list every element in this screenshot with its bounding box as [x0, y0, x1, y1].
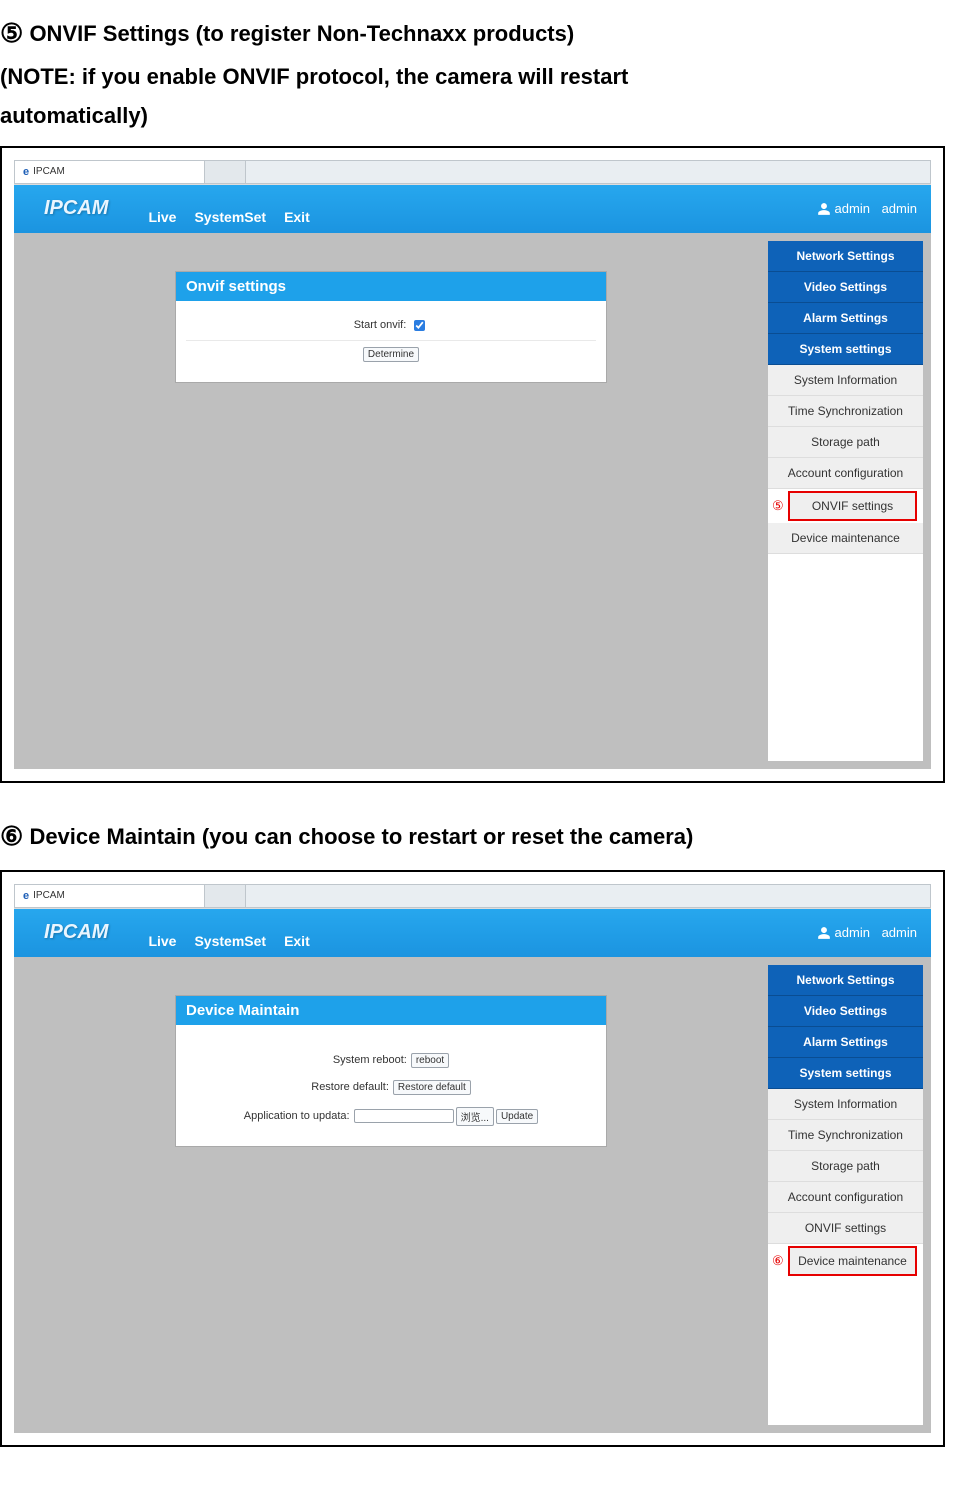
maintain-panel: Device Maintain System reboot: reboot Re…: [175, 995, 607, 1147]
sidebar-item-maintenance[interactable]: Device maintenance: [768, 523, 923, 554]
ie-icon: e: [23, 166, 29, 178]
user-name: admin: [882, 201, 917, 216]
sidebar-marker-5: ⑤: [772, 498, 784, 514]
browser-tabstrip: e IPCAM: [14, 884, 931, 908]
user-name: admin: [882, 925, 917, 940]
start-onvif-checkbox[interactable]: [414, 320, 425, 331]
heading-5-note1: (NOTE: if you enable ONVIF protocol, the…: [0, 64, 628, 89]
sidebar-item-onvif-label: ONVIF settings: [812, 499, 893, 513]
nav-live[interactable]: Live: [148, 933, 176, 949]
sidebar-group-alarm[interactable]: Alarm Settings: [768, 303, 923, 334]
section-5-heading: ⑤ ONVIF Settings (to register Non-Techna…: [0, 10, 945, 136]
heading-6-text: Device Maintain (you can choose to resta…: [29, 824, 693, 849]
tab-title: IPCAM: [33, 166, 65, 177]
sidebar-item-account[interactable]: Account configuration: [768, 1182, 923, 1213]
settings-sidebar: Network Settings Video Settings Alarm Se…: [768, 241, 923, 761]
onvif-panel: Onvif settings Start onvif: Determine: [175, 271, 607, 383]
restore-button[interactable]: Restore default: [393, 1080, 471, 1095]
user-icon: [817, 926, 831, 940]
circled-5-marker: ⑤: [0, 18, 23, 48]
sidebar-item-storage[interactable]: Storage path: [768, 427, 923, 458]
app-logo: IPCAM: [44, 921, 108, 944]
nav-systemset[interactable]: SystemSet: [194, 933, 266, 949]
browse-button[interactable]: 浏览...: [456, 1107, 494, 1126]
app-topbar: IPCAM Live SystemSet Exit admin admin: [14, 185, 931, 233]
sidebar-group-video[interactable]: Video Settings: [768, 996, 923, 1027]
sidebar-item-sysinfo[interactable]: System Information: [768, 365, 923, 396]
user-info: admin admin: [817, 925, 917, 940]
nav-live[interactable]: Live: [148, 209, 176, 225]
sidebar-item-timesync[interactable]: Time Synchronization: [768, 1120, 923, 1151]
tab-title: IPCAM: [33, 890, 65, 901]
sidebar-marker-6: ⑥: [772, 1253, 784, 1269]
sidebar-item-maintenance[interactable]: ⑥ Device maintenance: [788, 1246, 917, 1276]
update-button[interactable]: Update: [496, 1109, 538, 1124]
user-role: admin: [835, 201, 870, 216]
browser-tab[interactable]: e IPCAM: [15, 885, 205, 907]
nav-exit[interactable]: Exit: [284, 933, 310, 949]
app-logo: IPCAM: [44, 197, 108, 220]
browser-tab[interactable]: e IPCAM: [15, 161, 205, 183]
settings-sidebar: Network Settings Video Settings Alarm Se…: [768, 965, 923, 1425]
sidebar-item-onvif[interactable]: ⑤ ONVIF settings: [788, 491, 917, 521]
sidebar-item-onvif[interactable]: ONVIF settings: [768, 1213, 923, 1244]
sidebar-item-timesync[interactable]: Time Synchronization: [768, 396, 923, 427]
determine-button[interactable]: Determine: [363, 347, 419, 362]
circled-6-marker: ⑥: [0, 821, 23, 851]
ie-icon: e: [23, 890, 29, 902]
user-icon: [817, 202, 831, 216]
nav-systemset[interactable]: SystemSet: [194, 209, 266, 225]
sidebar-item-sysinfo[interactable]: System Information: [768, 1089, 923, 1120]
sidebar-group-network[interactable]: Network Settings: [768, 965, 923, 996]
update-label: Application to updata:: [244, 1110, 350, 1122]
panel-title: Onvif settings: [176, 272, 606, 301]
sidebar-group-network[interactable]: Network Settings: [768, 241, 923, 272]
sidebar-group-alarm[interactable]: Alarm Settings: [768, 1027, 923, 1058]
start-onvif-label: Start onvif:: [354, 319, 407, 331]
section-6-heading: ⑥ Device Maintain (you can choose to res…: [0, 813, 945, 860]
sidebar-item-storage[interactable]: Storage path: [768, 1151, 923, 1182]
heading-5-text: ONVIF Settings (to register Non-Technaxx…: [29, 21, 574, 46]
browser-tabstrip: e IPCAM: [14, 160, 931, 184]
sidebar-group-system[interactable]: System settings: [768, 334, 923, 365]
user-info: admin admin: [817, 201, 917, 216]
app-topbar: IPCAM Live SystemSet Exit admin admin: [14, 909, 931, 957]
screenshot-maintain: e IPCAM IPCAM Live SystemSet Exit: [0, 870, 945, 1447]
screenshot-onvif: e IPCAM IPCAM Live SystemSet Exit: [0, 146, 945, 783]
reboot-button[interactable]: reboot: [411, 1053, 449, 1068]
sidebar-group-system[interactable]: System settings: [768, 1058, 923, 1089]
panel-title: Device Maintain: [176, 996, 606, 1025]
update-path-input[interactable]: [354, 1109, 454, 1123]
restore-label: Restore default:: [311, 1081, 389, 1093]
browser-newtab[interactable]: [205, 161, 246, 183]
heading-5-note2: automatically): [0, 103, 148, 128]
sidebar-item-maintenance-label: Device maintenance: [798, 1254, 907, 1268]
nav-exit[interactable]: Exit: [284, 209, 310, 225]
sidebar-item-account[interactable]: Account configuration: [768, 458, 923, 489]
sidebar-group-video[interactable]: Video Settings: [768, 272, 923, 303]
user-role: admin: [835, 925, 870, 940]
browser-newtab[interactable]: [205, 885, 246, 907]
reboot-label: System reboot:: [333, 1054, 407, 1066]
